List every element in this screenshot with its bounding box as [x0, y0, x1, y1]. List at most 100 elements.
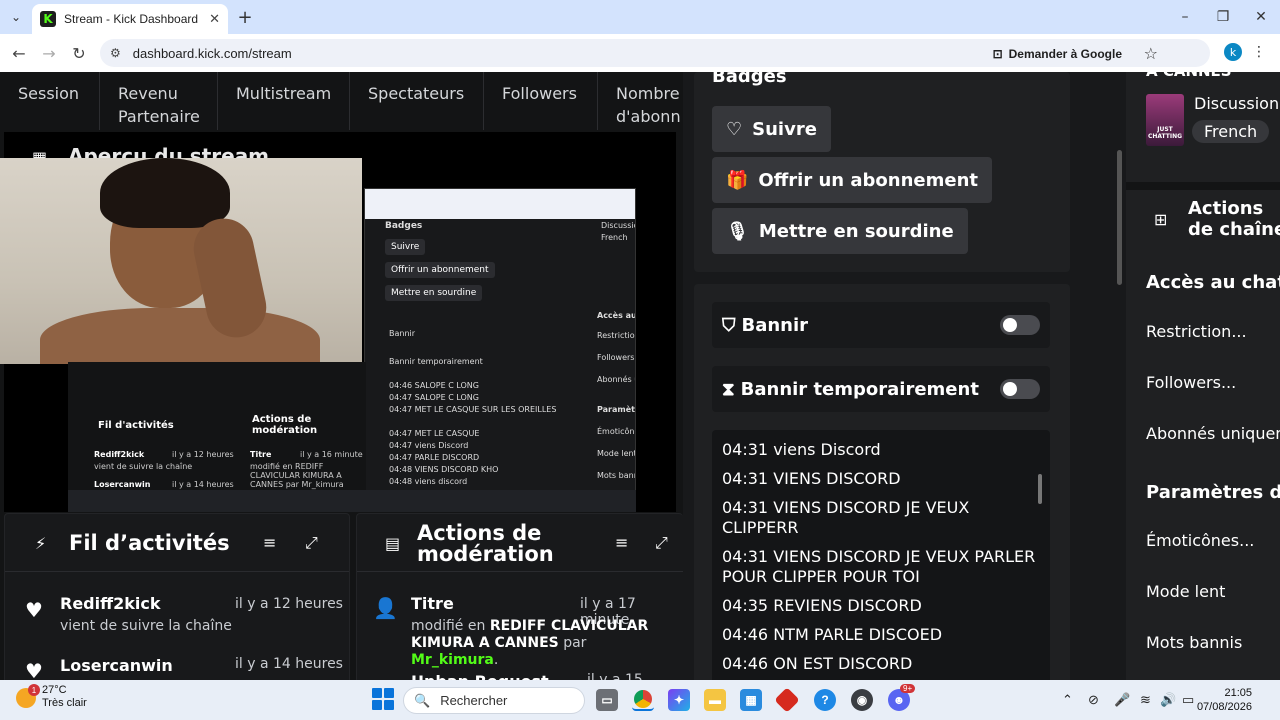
mute-label: Mettre en sourdine: [758, 220, 954, 242]
mute-button[interactable]: 🎙 Mettre en sourdine: [712, 208, 968, 254]
tab-close-icon[interactable]: ✕: [209, 12, 220, 27]
kick-favicon-icon: K: [40, 11, 56, 27]
mod-sub-user[interactable]: Mr_kimura: [411, 652, 494, 668]
taskbar-search[interactable]: 🔍 Rechercher: [403, 687, 585, 714]
volume-icon[interactable]: 🔊: [1160, 692, 1176, 708]
feed-item-name[interactable]: Losercanwin: [60, 656, 173, 675]
chrome-icon[interactable]: [632, 689, 654, 711]
left-column: Session Revenu Partenaire Multistream Sp…: [0, 72, 683, 680]
mini-msg-0: 04:46 SALOPE C LONG: [389, 381, 479, 390]
heart-icon: ♥: [25, 598, 43, 622]
emotes-item[interactable]: Émoticônes...: [1146, 531, 1254, 550]
gift-subscription-button[interactable]: 🎁 Offrir un abonnement: [712, 157, 993, 203]
weather-temp: 27°C: [42, 684, 67, 696]
moderation-title: Actions de modération: [417, 521, 554, 566]
discord-badge: 9+: [900, 684, 916, 693]
message-item: 04:31 VIENS DISCORD: [722, 469, 901, 488]
taskbar-clock[interactable]: 21:05 07/08/2026: [1197, 686, 1252, 714]
wifi-icon[interactable]: ≋: [1140, 692, 1151, 708]
mod-item-time: il y a 15 heure: [587, 672, 643, 680]
stat-followers[interactable]: Followers: [484, 72, 598, 130]
filter-icon[interactable]: ≡: [615, 533, 628, 552]
help-icon[interactable]: ?: [814, 689, 836, 711]
stat-subscribers[interactable]: Nombre d'abonn: [598, 72, 683, 130]
omnibox[interactable]: ⚙ dashboard.kick.com/stream ⊡ Demander à…: [100, 39, 1210, 67]
preview-mirror: Badges Suivre Offrir un abonnement Mettr…: [364, 188, 636, 510]
tempban-toggle[interactable]: [1000, 379, 1040, 399]
gift-icon: 🎁: [726, 169, 749, 191]
mini-feed2-time: il y a 14 heures: [172, 480, 234, 489]
mini-msg-1: 04:47 SALOPE C LONG: [389, 393, 479, 402]
tab-title: Stream - Kick Dashboard: [64, 12, 199, 26]
mod-item-sub: modifié en REDIFF CLAVICULAR KIMURA A CA…: [411, 618, 673, 669]
feed-item-sub: vient de suivre la chaîne: [60, 618, 232, 634]
mini-subs-only: Abonnés unique: [597, 375, 635, 384]
bookmark-star-icon[interactable]: ☆: [1144, 44, 1158, 63]
mini-msg-7: 04:48 viens discord: [389, 477, 468, 486]
task-view-icon[interactable]: ▭: [596, 689, 618, 711]
back-icon[interactable]: ←: [4, 44, 34, 63]
stat-viewers[interactable]: Spectateurs: [350, 72, 484, 130]
feed-item-time: il y a 14 heures: [235, 656, 343, 672]
mini-restriction: Restriction...: [597, 331, 635, 340]
mini-followers: Followers...: [597, 353, 635, 362]
stats-row: Session Revenu Partenaire Multistream Sp…: [0, 72, 683, 130]
app-red-icon[interactable]: [774, 687, 800, 713]
tag-french[interactable]: French: [1192, 120, 1270, 143]
followers-item[interactable]: Followers...: [1146, 373, 1236, 392]
restriction-item[interactable]: Restriction...: [1146, 322, 1247, 341]
mod-item-name[interactable]: Unban Request: [411, 672, 549, 680]
tray-chevron-icon[interactable]: ⌃: [1062, 692, 1073, 708]
file-explorer-icon[interactable]: ▬: [704, 689, 726, 711]
follow-button[interactable]: ♡ Suivre: [712, 106, 831, 152]
obs-icon[interactable]: ◉: [851, 689, 873, 711]
message-scrollbar[interactable]: [1038, 474, 1042, 504]
ask-google-button[interactable]: ⊡ Demander à Google: [993, 43, 1122, 65]
feed-item-name[interactable]: Rediff2kick: [60, 594, 160, 613]
microphone-icon[interactable]: 🎤: [1114, 692, 1130, 708]
copilot-icon[interactable]: ✦: [668, 689, 690, 711]
new-tab-icon[interactable]: +: [228, 7, 262, 28]
mute-mic-icon: 🎙: [726, 220, 749, 242]
popout-icon[interactable]: ⤢: [305, 533, 318, 553]
start-windows-icon[interactable]: [372, 688, 394, 710]
category-card: A CANNES JUST CHATTING Discussion French: [1126, 72, 1280, 182]
slow-mode-item[interactable]: Mode lent: [1146, 582, 1225, 601]
mini-feed1-time: il y a 12 heures: [172, 450, 234, 459]
category-thumbnail[interactable]: JUST CHATTING: [1146, 94, 1184, 146]
filter-icon[interactable]: ≡: [263, 533, 276, 552]
taskbar-search-label: Rechercher: [440, 693, 508, 708]
browser-menu-icon[interactable]: ⋮: [1252, 44, 1266, 60]
mod-item-name[interactable]: Titre: [411, 594, 454, 613]
subs-only-item[interactable]: Abonnés uniquem: [1146, 424, 1280, 443]
user-message-history[interactable]: 04:31 viens Discord 04:31 VIENS DISCORD …: [712, 430, 1050, 680]
tray-app-icon[interactable]: ⊘: [1088, 692, 1099, 708]
reload-icon[interactable]: ↻: [64, 44, 94, 63]
middle-scrollbar[interactable]: [1117, 150, 1122, 285]
ask-google-label: Demander à Google: [1008, 47, 1122, 61]
browser-tab[interactable]: K Stream - Kick Dashboard ✕: [32, 4, 228, 34]
weather-widget[interactable]: 1 27°C Très clair: [16, 684, 87, 710]
mini-mod1-sub: modifié en REDIFF CLAVICULAR KIMURA A CA…: [250, 462, 344, 489]
mini-gift: Offrir un abonnement: [385, 262, 495, 278]
mini-msg-2: 04:47 MET LE CASQUE SUR LES OREILLES: [389, 405, 557, 414]
user-actions-card: Badges ♡ Suivre 🎁 Offrir un abonnement 🎙…: [694, 72, 1070, 272]
url-text[interactable]: dashboard.kick.com/stream: [133, 46, 292, 61]
close-window-icon[interactable]: ✕: [1238, 0, 1280, 34]
banned-words-item[interactable]: Mots bannis: [1146, 633, 1242, 652]
battery-icon[interactable]: ▭: [1182, 692, 1194, 708]
stat-multistream[interactable]: Multistream: [218, 72, 350, 130]
clock-time: 21:05: [1224, 687, 1252, 699]
clock-date: 07/08/2026: [1196, 701, 1252, 713]
site-info-icon[interactable]: ⚙: [110, 46, 121, 60]
ban-toggle[interactable]: [1000, 315, 1040, 335]
forward-icon[interactable]: →: [34, 44, 64, 63]
category-name[interactable]: Discussion: [1194, 94, 1279, 113]
profile-avatar[interactable]: k: [1224, 43, 1242, 61]
moderation-panel: ▤ Actions de modération ≡ ⤢ 👤 Titre il y…: [356, 513, 683, 680]
tab-search-icon[interactable]: ⌄: [0, 0, 32, 34]
store-icon[interactable]: ▦: [740, 689, 762, 711]
popout-icon[interactable]: ⤢: [655, 533, 668, 553]
stat-session[interactable]: Session: [0, 72, 100, 130]
stat-partner-revenue[interactable]: Revenu Partenaire: [100, 72, 218, 130]
